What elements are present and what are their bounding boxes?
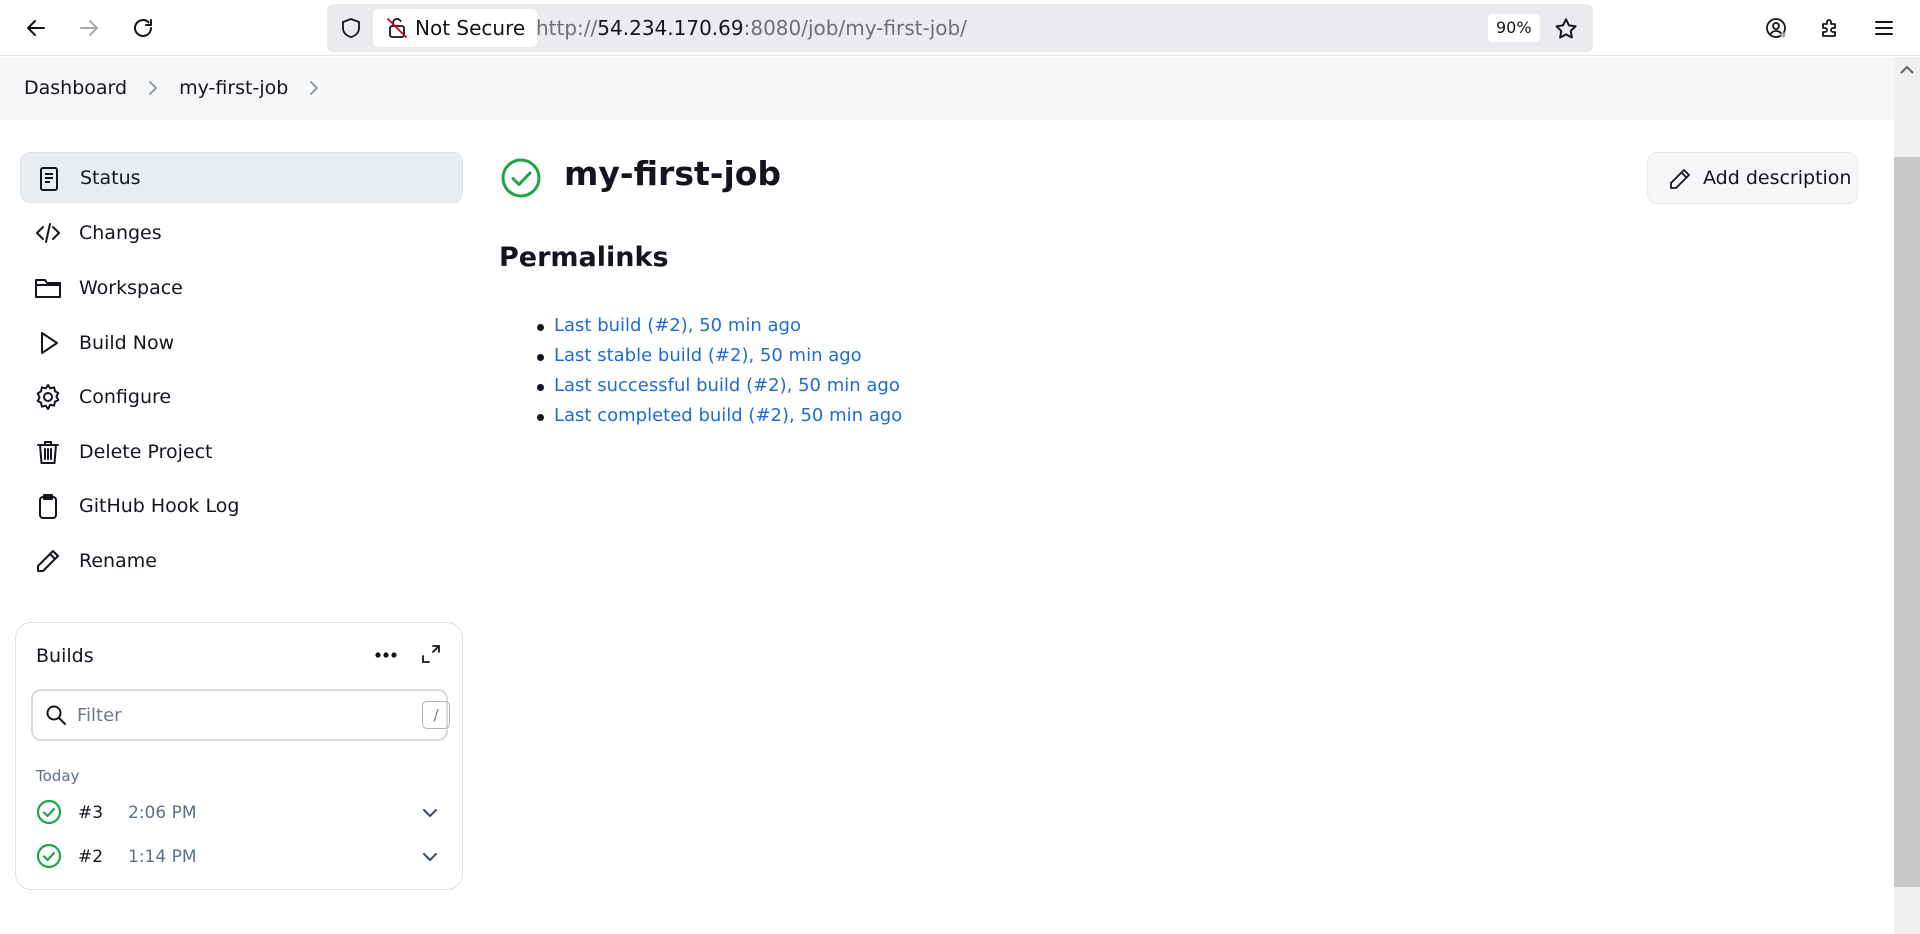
build-time: 2:06 PM [128,803,197,823]
trash-icon [37,441,59,464]
sidebar-item-label: Changes [79,221,162,244]
sidebar-item-label: Workspace [79,276,183,299]
permalink-last-build[interactable]: Last build (#2), 50 min ago [554,314,801,338]
permalinks-heading: Permalinks [499,242,669,273]
extensions-button[interactable] [1814,12,1846,44]
build-row[interactable]: #3 2:06 PM [36,797,456,829]
chevron-right-icon [149,81,157,95]
filter-input[interactable] [77,699,377,731]
chevron-right-icon[interactable] [304,78,324,98]
sidebar-item-label: Configure [79,385,172,408]
zoom-indicator[interactable]: 90% [1488,14,1540,42]
arrow-left-icon [27,20,45,36]
breadcrumb-dashboard[interactable]: Dashboard [24,77,127,99]
success-check-icon [36,843,62,869]
build-number[interactable]: #2 [78,847,103,867]
reload-button[interactable] [127,12,159,44]
account-button[interactable] [1760,12,1792,44]
build-group-label: Today [36,767,80,785]
chevron-down-icon[interactable] [420,847,440,867]
sidebar-item-changes[interactable]: Changes [20,207,463,258]
sidebar-item-rename[interactable]: Rename [20,535,463,586]
builds-title: Builds [36,645,94,667]
forward-button[interactable] [73,12,105,44]
sidebar-item-status[interactable]: Status [20,152,463,203]
build-time: 1:14 PM [128,847,197,867]
back-button[interactable] [20,12,52,44]
breadcrumb-job[interactable]: my-first-job [179,77,288,99]
add-description-label: Add description [1703,167,1852,189]
sidebar-item-configure[interactable]: Configure [20,371,463,422]
build-row[interactable]: #2 1:14 PM [36,841,456,873]
chevron-down-icon[interactable] [420,803,440,823]
folder-icon [35,279,61,298]
keyboard-shortcut-hint: / [422,701,450,729]
arrow-right-icon [80,20,98,36]
security-label: Not Secure [415,16,526,40]
expand-icon[interactable] [420,643,442,665]
sidebar-item-label: Build Now [79,331,175,354]
url-text[interactable]: http://54.234.170.69:8080/job/my-first-j… [536,16,967,40]
bookmark-star-icon[interactable] [1553,16,1579,42]
search-icon [46,705,66,725]
sidebar-item-github-hook-log[interactable]: GitHub Hook Log [20,480,463,531]
sidebar-item-label: Status [80,166,141,189]
account-icon [1766,18,1786,38]
sidebar-item-build-now[interactable]: Build Now [20,317,463,368]
job-success-icon [501,158,541,198]
build-number[interactable]: #3 [78,803,103,823]
breadcrumb: Dashboard my-first-job [24,77,340,99]
clipboard-icon [39,494,57,519]
scrollbar-thumb[interactable] [1894,157,1920,887]
success-check-icon [36,799,62,825]
pencil-icon [1670,169,1690,189]
sidebar-item-workspace[interactable]: Workspace [20,262,463,313]
sidebar-item-label: Delete Project [79,440,213,463]
status-icon [40,167,58,191]
more-options-icon[interactable] [371,647,401,663]
filter-field[interactable]: / [31,689,450,741]
page-header: Dashboard my-first-job [0,57,1894,120]
app-menu-button[interactable] [1868,12,1900,44]
url-prefix: http:// [536,16,598,40]
play-icon [41,332,58,354]
hamburger-menu-icon [1875,21,1893,35]
browser-toolbar: Not Secure http://54.234.170.69:8080/job… [0,0,1920,56]
insecure-lock-icon [387,18,407,38]
scroll-up-arrow-icon[interactable] [1898,63,1916,77]
gear-icon [36,384,60,410]
add-description-button[interactable]: Add description [1647,152,1858,204]
permalink-last-successful-build[interactable]: Last successful build (#2), 50 min ago [554,374,900,398]
pencil-icon [37,550,59,572]
security-indicator[interactable]: Not Secure [373,9,538,47]
permalink-last-stable-build[interactable]: Last stable build (#2), 50 min ago [554,344,862,368]
reload-icon [134,19,152,37]
sidebar-item-label: GitHub Hook Log [79,494,240,517]
code-icon [36,223,60,243]
url-path: :8080/job/my-first-job/ [743,16,967,40]
address-bar[interactable]: Not Secure http://54.234.170.69:8080/job… [327,4,1593,52]
sidebar-item-label: Rename [79,549,157,572]
permalink-last-completed-build[interactable]: Last completed build (#2), 50 min ago [554,404,902,428]
shield-icon[interactable] [339,16,363,40]
page-title: my-first-job [564,154,782,193]
builds-card: Builds / Today #3 2:06 PM #2 1:14 PM [15,622,463,890]
sidebar-item-delete-project[interactable]: Delete Project [20,426,463,477]
puzzle-icon [1822,19,1836,37]
url-host: 54.234.170.69 [597,16,744,40]
